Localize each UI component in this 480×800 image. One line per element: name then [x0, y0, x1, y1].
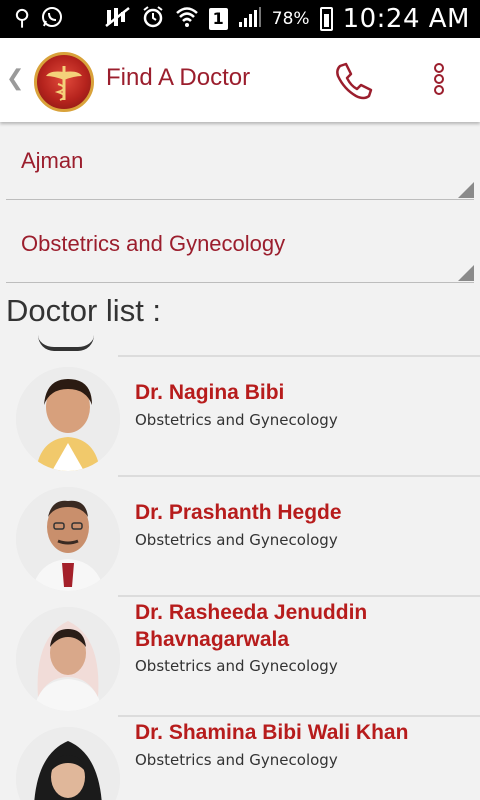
clock: 10:24 AM	[342, 4, 470, 34]
action-bar: ❮ Find A Doctor	[0, 38, 480, 122]
specialty-dropdown[interactable]: Obstetrics and Gynecology	[6, 205, 474, 283]
whatsapp-icon	[40, 5, 64, 34]
more-options-button[interactable]	[424, 58, 454, 104]
phone-icon	[336, 62, 373, 100]
location-dropdown[interactable]: Ajman	[6, 122, 474, 200]
battery-percent: 78%	[271, 9, 310, 29]
dropdown-arrow-icon	[458, 265, 474, 281]
list-item[interactable]: Dr. Prashanth Hegde Obstetrics and Gynec…	[0, 475, 480, 595]
avatar	[16, 607, 120, 711]
divider	[118, 475, 480, 477]
doctor-name: Dr. Rasheeda Jenuddin Bhavnagarwala	[135, 601, 368, 651]
section-title: Doctor list :	[6, 293, 162, 328]
avatar	[16, 367, 120, 471]
list-item[interactable]: Dr. Nagina Bibi Obstetrics and Gynecolog…	[0, 355, 480, 475]
alarm-icon	[141, 5, 165, 34]
list-item[interactable]: Dr. Shamina Bibi Wali Khan Obstetrics an…	[0, 715, 480, 800]
doctor-specialty: Obstetrics and Gynecology	[135, 531, 338, 549]
wifi-icon	[175, 5, 199, 34]
back-chevron-icon[interactable]: ❮	[6, 66, 24, 91]
specialty-value: Obstetrics and Gynecology	[21, 231, 286, 256]
battery-charging-icon	[319, 7, 333, 31]
partial-avatar	[38, 335, 94, 351]
more-vertical-icon	[434, 63, 444, 95]
sim-slot-badge: 1	[208, 8, 228, 30]
divider	[118, 715, 480, 717]
avatar	[16, 487, 120, 591]
status-bar: ⚲ 1 78% 10:24 AM	[0, 0, 480, 38]
dropdown-arrow-icon	[458, 182, 474, 198]
doctor-specialty: Obstetrics and Gynecology	[135, 751, 338, 769]
avatar	[16, 727, 120, 800]
status-bar-right: 1 78% 10:24 AM	[104, 4, 470, 34]
status-bar-left: ⚲	[14, 5, 64, 34]
divider	[118, 595, 480, 597]
doctor-list[interactable]: Dr. Nagina Bibi Obstetrics and Gynecolog…	[0, 335, 480, 800]
doctor-name: Dr. Prashanth Hegde	[135, 501, 342, 524]
list-item[interactable]: Dr. Rasheeda Jenuddin Bhavnagarwala Obst…	[0, 595, 480, 715]
divider	[6, 282, 474, 283]
signal-icon	[238, 6, 262, 33]
mute-icon	[104, 6, 131, 33]
doctor-specialty: Obstetrics and Gynecology	[135, 411, 338, 429]
page-title: Find A Doctor	[106, 64, 251, 91]
logo-icon[interactable]	[34, 52, 94, 112]
divider	[6, 199, 474, 200]
doctor-name: Dr. Nagina Bibi	[135, 381, 285, 404]
divider	[118, 355, 480, 357]
location-value: Ajman	[21, 148, 84, 173]
doctor-name: Dr. Shamina Bibi Wali Khan	[135, 721, 409, 744]
usb-icon: ⚲	[14, 6, 31, 31]
doctor-specialty: Obstetrics and Gynecology	[135, 657, 338, 675]
call-button[interactable]	[330, 58, 376, 104]
